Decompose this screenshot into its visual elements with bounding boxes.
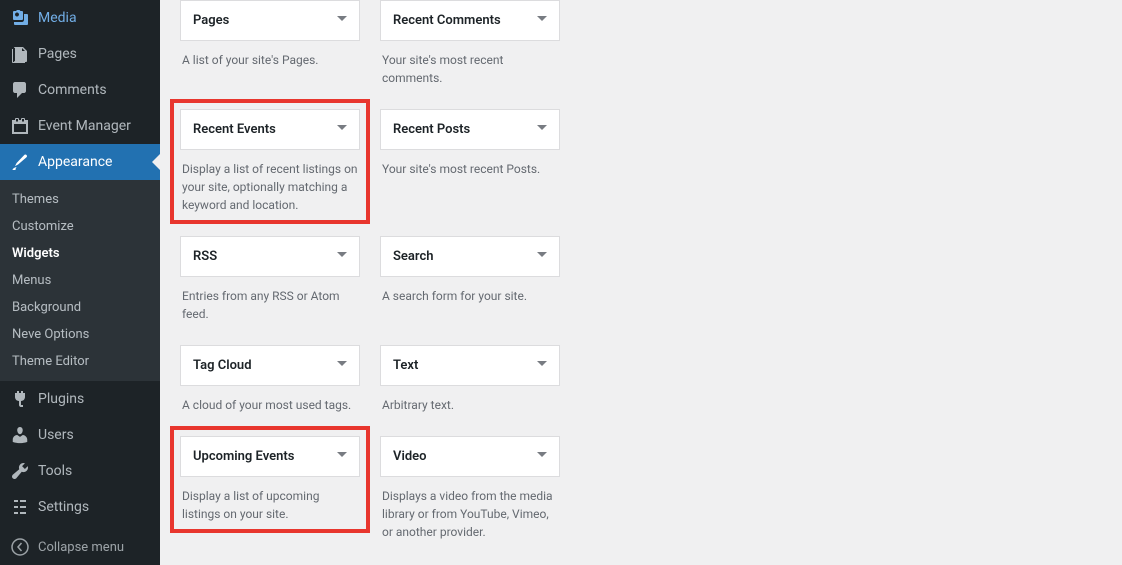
calendar-icon — [10, 116, 30, 136]
widget-desc: Entries from any RSS or Atom feed. — [180, 277, 360, 323]
sidebar-item-label: Appearance — [38, 154, 112, 170]
widget-desc: Your site's most recent comments. — [380, 41, 560, 87]
widget-title: Tag Cloud — [193, 358, 252, 373]
widget-desc: Arbitrary text. — [380, 386, 560, 414]
widget-title: Video — [393, 449, 427, 464]
sidebar-sub-widgets[interactable]: Widgets — [0, 240, 160, 267]
widget-desc: Your site's most recent Posts. — [380, 150, 560, 178]
chevron-down-icon — [337, 122, 347, 137]
pages-icon — [10, 44, 30, 64]
widget-text: Text Arbitrary text. — [380, 345, 560, 414]
sidebar-item-settings[interactable]: Settings — [0, 489, 160, 525]
widget-recent-events: Recent Events Display a list of recent l… — [180, 109, 360, 214]
widget-title: Recent Posts — [393, 122, 470, 137]
sidebar-sub-neve-options[interactable]: Neve Options — [0, 321, 160, 348]
widgets-panel: Pages A list of your site's Pages. Recen… — [160, 0, 1122, 565]
widget-title: RSS — [193, 249, 217, 264]
widget-header-upcoming-events[interactable]: Upcoming Events — [180, 436, 360, 477]
settings-icon — [10, 497, 30, 517]
sidebar-item-pages[interactable]: Pages — [0, 36, 160, 72]
tools-icon — [10, 461, 30, 481]
widget-pages: Pages A list of your site's Pages. — [180, 0, 360, 87]
chevron-down-icon — [537, 449, 547, 464]
admin-sidebar: Media Pages Comments Event Manager Appea… — [0, 0, 160, 565]
sidebar-item-tools[interactable]: Tools — [0, 453, 160, 489]
sidebar-item-label: Settings — [38, 499, 89, 515]
sidebar-item-media[interactable]: Media — [0, 0, 160, 36]
chevron-down-icon — [337, 449, 347, 464]
chevron-down-icon — [337, 13, 347, 28]
sidebar-item-label: Plugins — [38, 391, 84, 407]
widget-header-tag-cloud[interactable]: Tag Cloud — [180, 345, 360, 386]
widget-desc: Displays a video from the media library … — [380, 477, 560, 541]
widget-rss: RSS Entries from any RSS or Atom feed. — [180, 236, 360, 323]
sidebar-sub-background[interactable]: Background — [0, 294, 160, 321]
chevron-down-icon — [537, 358, 547, 373]
chevron-down-icon — [537, 13, 547, 28]
highlight-upcoming-events: Upcoming Events Display a list of upcomi… — [170, 426, 370, 533]
sidebar-collapse-label: Collapse menu — [38, 540, 124, 555]
sidebar-item-users[interactable]: Users — [0, 417, 160, 453]
sidebar-item-label: Tools — [38, 463, 72, 479]
widget-recent-comments: Recent Comments Your site's most recent … — [380, 0, 560, 87]
sidebar-sub-menus[interactable]: Menus — [0, 267, 160, 294]
sidebar-item-label: Media — [38, 10, 77, 26]
widget-header-recent-events[interactable]: Recent Events — [180, 109, 360, 150]
widget-title: Pages — [193, 13, 229, 28]
widget-desc: A list of your site's Pages. — [180, 41, 360, 69]
widget-tag-cloud: Tag Cloud A cloud of your most used tags… — [180, 345, 360, 414]
widget-title: Recent Events — [193, 122, 276, 137]
sidebar-sub-customize[interactable]: Customize — [0, 213, 160, 240]
chevron-down-icon — [337, 249, 347, 264]
sidebar-item-label: Event Manager — [38, 118, 131, 134]
widget-header-text[interactable]: Text — [380, 345, 560, 386]
widget-search: Search A search form for your site. — [380, 236, 560, 323]
comments-icon — [10, 80, 30, 100]
widget-header-rss[interactable]: RSS — [180, 236, 360, 277]
widget-desc: Display a list of recent listings on you… — [180, 150, 360, 214]
media-icon — [10, 8, 30, 28]
chevron-down-icon — [537, 249, 547, 264]
widget-header-video[interactable]: Video — [380, 436, 560, 477]
widget-video: Video Displays a video from the media li… — [380, 436, 560, 541]
widget-title: Search — [393, 249, 434, 264]
widget-upcoming-events: Upcoming Events Display a list of upcomi… — [180, 436, 360, 523]
sidebar-item-comments[interactable]: Comments — [0, 72, 160, 108]
widget-title: Upcoming Events — [193, 449, 294, 464]
sidebar-sub-theme-editor[interactable]: Theme Editor — [0, 348, 160, 375]
widget-desc: A cloud of your most used tags. — [180, 386, 360, 414]
users-icon — [10, 425, 30, 445]
widget-title: Recent Comments — [393, 13, 501, 28]
widget-header-search[interactable]: Search — [380, 236, 560, 277]
sidebar-item-label: Comments — [38, 82, 107, 98]
sidebar-item-plugins[interactable]: Plugins — [0, 381, 160, 417]
sidebar-collapse[interactable]: Collapse menu — [0, 529, 160, 565]
widget-title: Text — [393, 358, 418, 373]
collapse-icon — [10, 537, 30, 557]
sidebar-submenu-appearance: Themes Customize Widgets Menus Backgroun… — [0, 180, 160, 381]
widget-header-recent-posts[interactable]: Recent Posts — [380, 109, 560, 150]
plugins-icon — [10, 389, 30, 409]
highlight-recent-events: Recent Events Display a list of recent l… — [170, 99, 370, 224]
widget-header-pages[interactable]: Pages — [180, 0, 360, 41]
appearance-icon — [10, 152, 30, 172]
chevron-down-icon — [337, 358, 347, 373]
sidebar-item-label: Users — [38, 427, 74, 443]
widget-recent-posts: Recent Posts Your site's most recent Pos… — [380, 109, 560, 214]
sidebar-item-appearance[interactable]: Appearance — [0, 144, 160, 180]
widget-desc: A search form for your site. — [380, 277, 560, 305]
chevron-down-icon — [537, 122, 547, 137]
sidebar-item-label: Pages — [38, 46, 77, 62]
sidebar-item-event-manager[interactable]: Event Manager — [0, 108, 160, 144]
widget-header-recent-comments[interactable]: Recent Comments — [380, 0, 560, 41]
sidebar-sub-themes[interactable]: Themes — [0, 186, 160, 213]
widget-desc: Display a list of upcoming listings on y… — [180, 477, 360, 523]
